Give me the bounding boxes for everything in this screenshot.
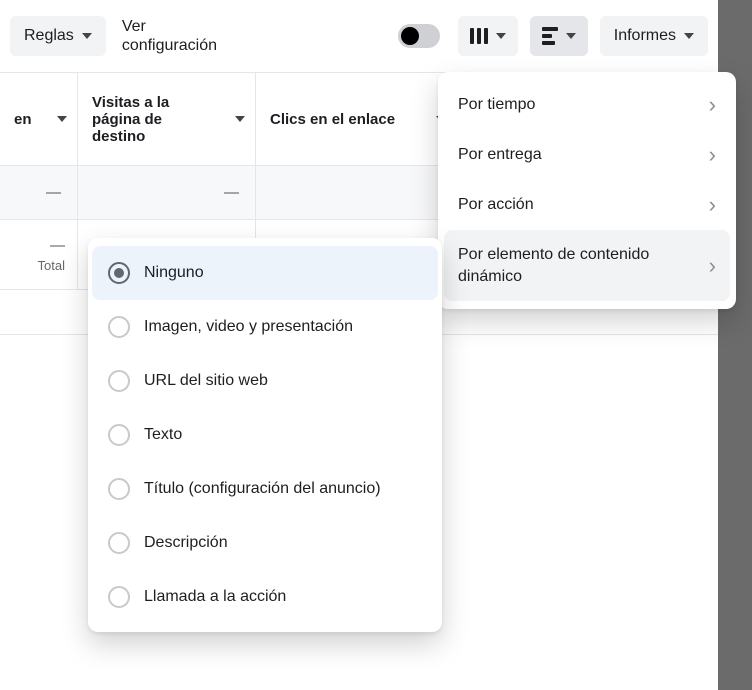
total-dash: — (50, 237, 65, 254)
radio-icon (108, 478, 130, 500)
caret-down-icon (82, 33, 92, 39)
rules-button[interactable]: Reglas (10, 16, 106, 56)
radio-option[interactable]: Texto (92, 408, 438, 462)
breakdown-menu-label: Por entrega (458, 144, 542, 166)
radio-option[interactable]: Llamada a la acción (92, 570, 438, 624)
radio-option[interactable]: Imagen, video y presentación (92, 300, 438, 354)
view-setup-link[interactable]: Ver configuración (118, 17, 221, 55)
reports-button[interactable]: Informes (600, 16, 708, 56)
breakdown-menu-item[interactable]: Por acción › (444, 180, 730, 230)
radio-label: Texto (144, 426, 182, 444)
radio-icon (108, 262, 130, 284)
chevron-right-icon: › (709, 144, 716, 166)
breakdown-menu-item[interactable]: Por elemento de contenido dinámico › (444, 230, 730, 301)
column-header[interactable]: Clics en el enlace (256, 73, 456, 165)
breakdown-menu-item[interactable]: Por tiempo › (444, 80, 730, 130)
cell: — (78, 166, 256, 219)
radio-label: URL del sitio web (144, 372, 268, 390)
toggle-switch[interactable] (392, 16, 446, 56)
radio-icon (108, 316, 130, 338)
ads-manager-view: Reglas Ver configuración (0, 0, 718, 690)
column-label: Visitas a la página de destino (92, 94, 212, 145)
breakdown-menu-item[interactable]: Por entrega › (444, 130, 730, 180)
cell (256, 166, 456, 219)
rules-label: Reglas (24, 27, 74, 45)
chevron-right-icon: › (709, 94, 716, 116)
toolbar: Reglas Ver configuración (0, 0, 718, 72)
toggle-track (398, 24, 440, 48)
dynamic-content-submenu: Ninguno Imagen, video y presentación URL d… (88, 238, 442, 632)
sort-caret-icon (57, 116, 67, 122)
radio-icon (108, 370, 130, 392)
caret-down-icon (496, 33, 506, 39)
caret-down-icon (566, 33, 576, 39)
radio-label: Título (configuración del anuncio) (144, 480, 381, 498)
column-label: Clics en el enlace (270, 111, 395, 128)
radio-label: Imagen, video y presentación (144, 318, 353, 336)
total-label: Total (38, 258, 65, 273)
breakdown-menu: Por tiempo›Por entrega›Por acción›Por el… (438, 72, 736, 309)
radio-icon (108, 586, 130, 608)
radio-label: Descripción (144, 534, 228, 552)
chevron-right-icon: › (709, 194, 716, 216)
cell-value: — (224, 184, 239, 201)
sort-caret-icon (235, 116, 245, 122)
cell-value: — (46, 184, 61, 201)
columns-button[interactable] (458, 16, 518, 56)
column-header[interactable]: Visitas a la página de destino (78, 73, 256, 165)
breakdown-menu-label: Por elemento de contenido dinámico (458, 244, 688, 287)
breakdown-button[interactable] (530, 16, 588, 56)
column-header[interactable]: en (0, 73, 78, 165)
chevron-right-icon: › (709, 255, 716, 277)
radio-label: Llamada a la acción (144, 588, 286, 606)
breakdown-menu-label: Por acción (458, 194, 534, 216)
total-cell: — Total (0, 220, 78, 289)
reports-label: Informes (614, 27, 676, 45)
columns-icon (470, 28, 488, 44)
radio-label: Ninguno (144, 264, 204, 282)
toggle-knob (401, 27, 419, 45)
column-label: en (14, 111, 32, 128)
breakdown-menu-label: Por tiempo (458, 94, 535, 116)
view-setup-label: Ver configuración (122, 18, 217, 54)
radio-option[interactable]: Descripción (92, 516, 438, 570)
radio-option[interactable]: Título (configuración del anuncio) (92, 462, 438, 516)
radio-option[interactable]: Ninguno (92, 246, 438, 300)
cell: — (0, 166, 78, 219)
radio-icon (108, 532, 130, 554)
radio-icon (108, 424, 130, 446)
breakdown-icon (542, 27, 558, 45)
radio-option[interactable]: URL del sitio web (92, 354, 438, 408)
caret-down-icon (684, 33, 694, 39)
